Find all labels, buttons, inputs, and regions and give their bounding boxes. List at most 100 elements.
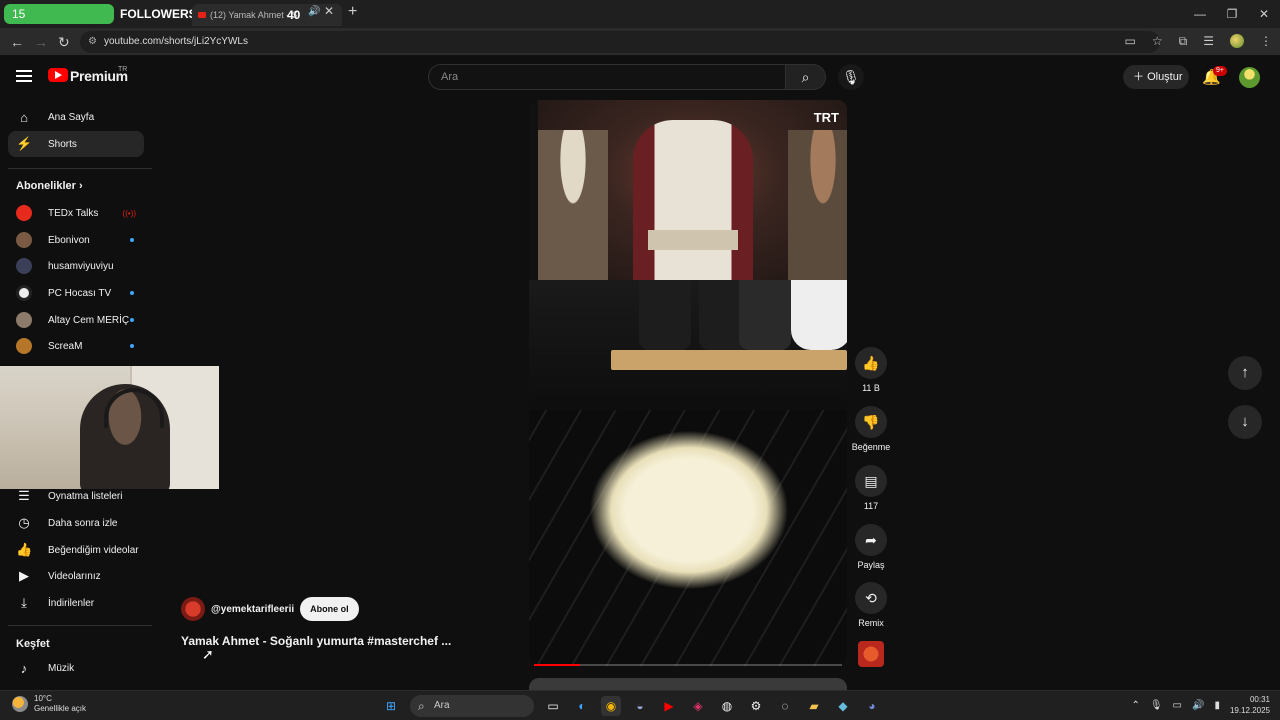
create-button[interactable]: ＋ Oluştur	[1123, 65, 1189, 89]
sidebar-item-music[interactable]: ♪ Müzik	[8, 655, 144, 681]
sidebar-item-liked-videos[interactable]: 👍 Beğendiğim videolar	[8, 537, 144, 563]
windows-start-icon[interactable]: ⊞	[381, 696, 401, 716]
video-progress-bar[interactable]	[534, 664, 842, 666]
new-content-dot	[130, 238, 134, 242]
sidebar-sub-tedx[interactable]: TEDx Talks ((•))	[8, 200, 144, 226]
settings-gear-icon[interactable]: ⚙	[746, 696, 766, 716]
video-icon: ▶	[19, 568, 29, 583]
system-clock[interactable]: 00:31 19.12.2025	[1230, 694, 1270, 716]
plus-icon: ＋	[1133, 71, 1148, 83]
site-info-icon[interactable]: ⚙	[88, 31, 97, 53]
voice-search-button[interactable]: 🎙	[838, 64, 864, 90]
close-tab-icon[interactable]: ✕	[324, 4, 334, 18]
home-icon: ⌂	[20, 109, 28, 125]
subscriptions-heading[interactable]: Abonelikler ›	[16, 180, 83, 192]
video-title[interactable]: Yamak Ahmet - Soğanlı yumurta #masterche…	[181, 634, 451, 648]
new-content-dot	[130, 344, 134, 348]
video-jar	[739, 280, 791, 350]
steam-icon[interactable]: ◒	[630, 696, 650, 716]
sidebar-sub-husamviyuviyu[interactable]: husamviyuviyu	[8, 253, 144, 279]
battery-icon[interactable]: ▮	[1214, 700, 1220, 711]
taskbar-search[interactable]: Ara	[410, 695, 534, 717]
youtube-app-icon[interactable]: ▶	[659, 696, 679, 716]
hamburger-menu-icon[interactable]	[16, 70, 32, 82]
thumbs-up-icon: 👍	[16, 542, 33, 557]
creative-app-icon[interactable]: ◈	[688, 696, 708, 716]
remix-action[interactable]: ⟲ Remix	[851, 582, 891, 628]
next-short-button[interactable]: ↓	[1228, 405, 1262, 439]
network-icon[interactable]: ▭	[1173, 700, 1182, 711]
speaker-icon[interactable]: 🔊	[308, 6, 320, 17]
tab-group[interactable]: 15 FOLLOWERS (12) Yamak Ahmet - S 40	[4, 4, 342, 26]
channel-handle[interactable]: @yemektarifleerii	[211, 604, 294, 615]
account-avatar[interactable]	[1239, 67, 1260, 88]
channel-avatar[interactable]	[181, 597, 205, 621]
shorts-video-player[interactable]: TRT	[529, 100, 847, 666]
sound-thumbnail[interactable]	[858, 641, 884, 667]
profile-avatar[interactable]	[1230, 34, 1244, 48]
like-button[interactable]: 👍	[855, 347, 887, 379]
youtube-logo-icon[interactable]	[48, 68, 68, 82]
sidebar-item-downloads[interactable]: ⤓ İndirilenler	[8, 590, 144, 616]
dislike-action[interactable]: 👎 Beğenme	[851, 406, 891, 452]
video-figure	[633, 120, 753, 280]
sidebar-item-watch-later[interactable]: ◷ Daha sonra izle	[8, 510, 144, 536]
tab-group-chip[interactable]: 15	[4, 4, 114, 24]
tab-title: (12) Yamak Ahmet - S	[210, 10, 298, 20]
back-icon[interactable]: ←	[10, 34, 24, 50]
close-window-icon[interactable]: ✕	[1248, 0, 1280, 28]
previous-short-button[interactable]: ↑	[1228, 356, 1262, 390]
bookmark-star-icon[interactable]: ☆	[1152, 34, 1163, 49]
sidebar-item-your-videos[interactable]: ▶ Videolarınız	[8, 563, 144, 589]
microphone-icon[interactable]: 🎙	[1150, 700, 1163, 711]
chrome-browser-icon[interactable]: ◉	[601, 696, 621, 716]
extensions-icon[interactable]: ⧉	[1179, 34, 1188, 49]
chevron-up-icon[interactable]: ⌃	[1131, 700, 1139, 711]
app-icon[interactable]: ◌	[775, 696, 795, 716]
restore-icon[interactable]: ❐	[1216, 0, 1248, 28]
search-input[interactable]: Ara	[428, 64, 786, 90]
task-view-icon[interactable]: ▭	[543, 696, 563, 716]
new-tab-icon[interactable]: +	[348, 3, 357, 21]
menu-kebab-icon[interactable]: ⋮	[1260, 34, 1272, 49]
sidebar-item-label: Ana Sayfa	[48, 111, 95, 123]
sidebar-item-shorts[interactable]: ⚡ Shorts	[8, 131, 144, 157]
clock-time: 00:31	[1249, 695, 1270, 704]
reload-icon[interactable]: ↻	[58, 34, 70, 51]
browser-tab-strip: 15 FOLLOWERS (12) Yamak Ahmet - S 40 🔊 ✕…	[0, 0, 1280, 28]
cast-icon[interactable]: ▭	[1125, 34, 1136, 49]
volume-icon[interactable]: 🔊	[1192, 700, 1204, 711]
sidebar-item-home[interactable]: ⌂ Ana Sayfa	[8, 104, 144, 130]
comments-action[interactable]: ▤ 117	[851, 465, 891, 511]
address-bar[interactable]: ⚙ youtube.com/shorts/jLi2YcYWLs	[80, 31, 1160, 53]
discord-icon[interactable]: ◕	[862, 696, 882, 716]
sidebar-item-label: Altay Cem MERİÇ	[48, 314, 130, 326]
reading-list-icon[interactable]: ☰	[1203, 34, 1214, 49]
video-onions	[589, 430, 789, 590]
forward-icon[interactable]: →	[34, 34, 48, 50]
app-icon[interactable]: ◆	[833, 696, 853, 716]
search-button[interactable]: ⌕	[786, 64, 826, 90]
sidebar-sub-pchocasi[interactable]: PC Hocası TV	[8, 280, 144, 306]
dislike-label: Beğenme	[851, 442, 891, 452]
comments-button[interactable]: ▤	[855, 465, 887, 497]
share-action[interactable]: ➦ Paylaş	[851, 524, 891, 570]
sidebar-sub-ebonivon[interactable]: Ebonivon	[8, 227, 144, 253]
next-short-preview[interactable]	[529, 678, 847, 690]
app-icon[interactable]: ◍	[717, 696, 737, 716]
weather-widget[interactable]: 10°C Genellikle açık	[12, 694, 86, 714]
sidebar-sub-altaycem[interactable]: Altay Cem MERİÇ	[8, 307, 144, 333]
edge-browser-icon[interactable]: ◐	[572, 696, 592, 716]
remix-button[interactable]: ⟲	[855, 582, 887, 614]
subscribe-button[interactable]: Abone ol	[300, 597, 359, 621]
sidebar-sub-scream[interactable]: ScreaM	[8, 333, 144, 359]
trt-watermark: TRT	[813, 110, 839, 125]
minimize-icon[interactable]: —	[1184, 0, 1216, 28]
share-button[interactable]: ➦	[855, 524, 887, 556]
weather-text: 10°C Genellikle açık	[34, 694, 86, 714]
playlist-icon: ☰	[18, 488, 30, 503]
like-action[interactable]: 👍 11 B	[851, 347, 891, 393]
sidebar-item-label: PC Hocası TV	[48, 287, 112, 299]
file-explorer-icon[interactable]: ▰	[804, 696, 824, 716]
dislike-button[interactable]: 👎	[855, 406, 887, 438]
